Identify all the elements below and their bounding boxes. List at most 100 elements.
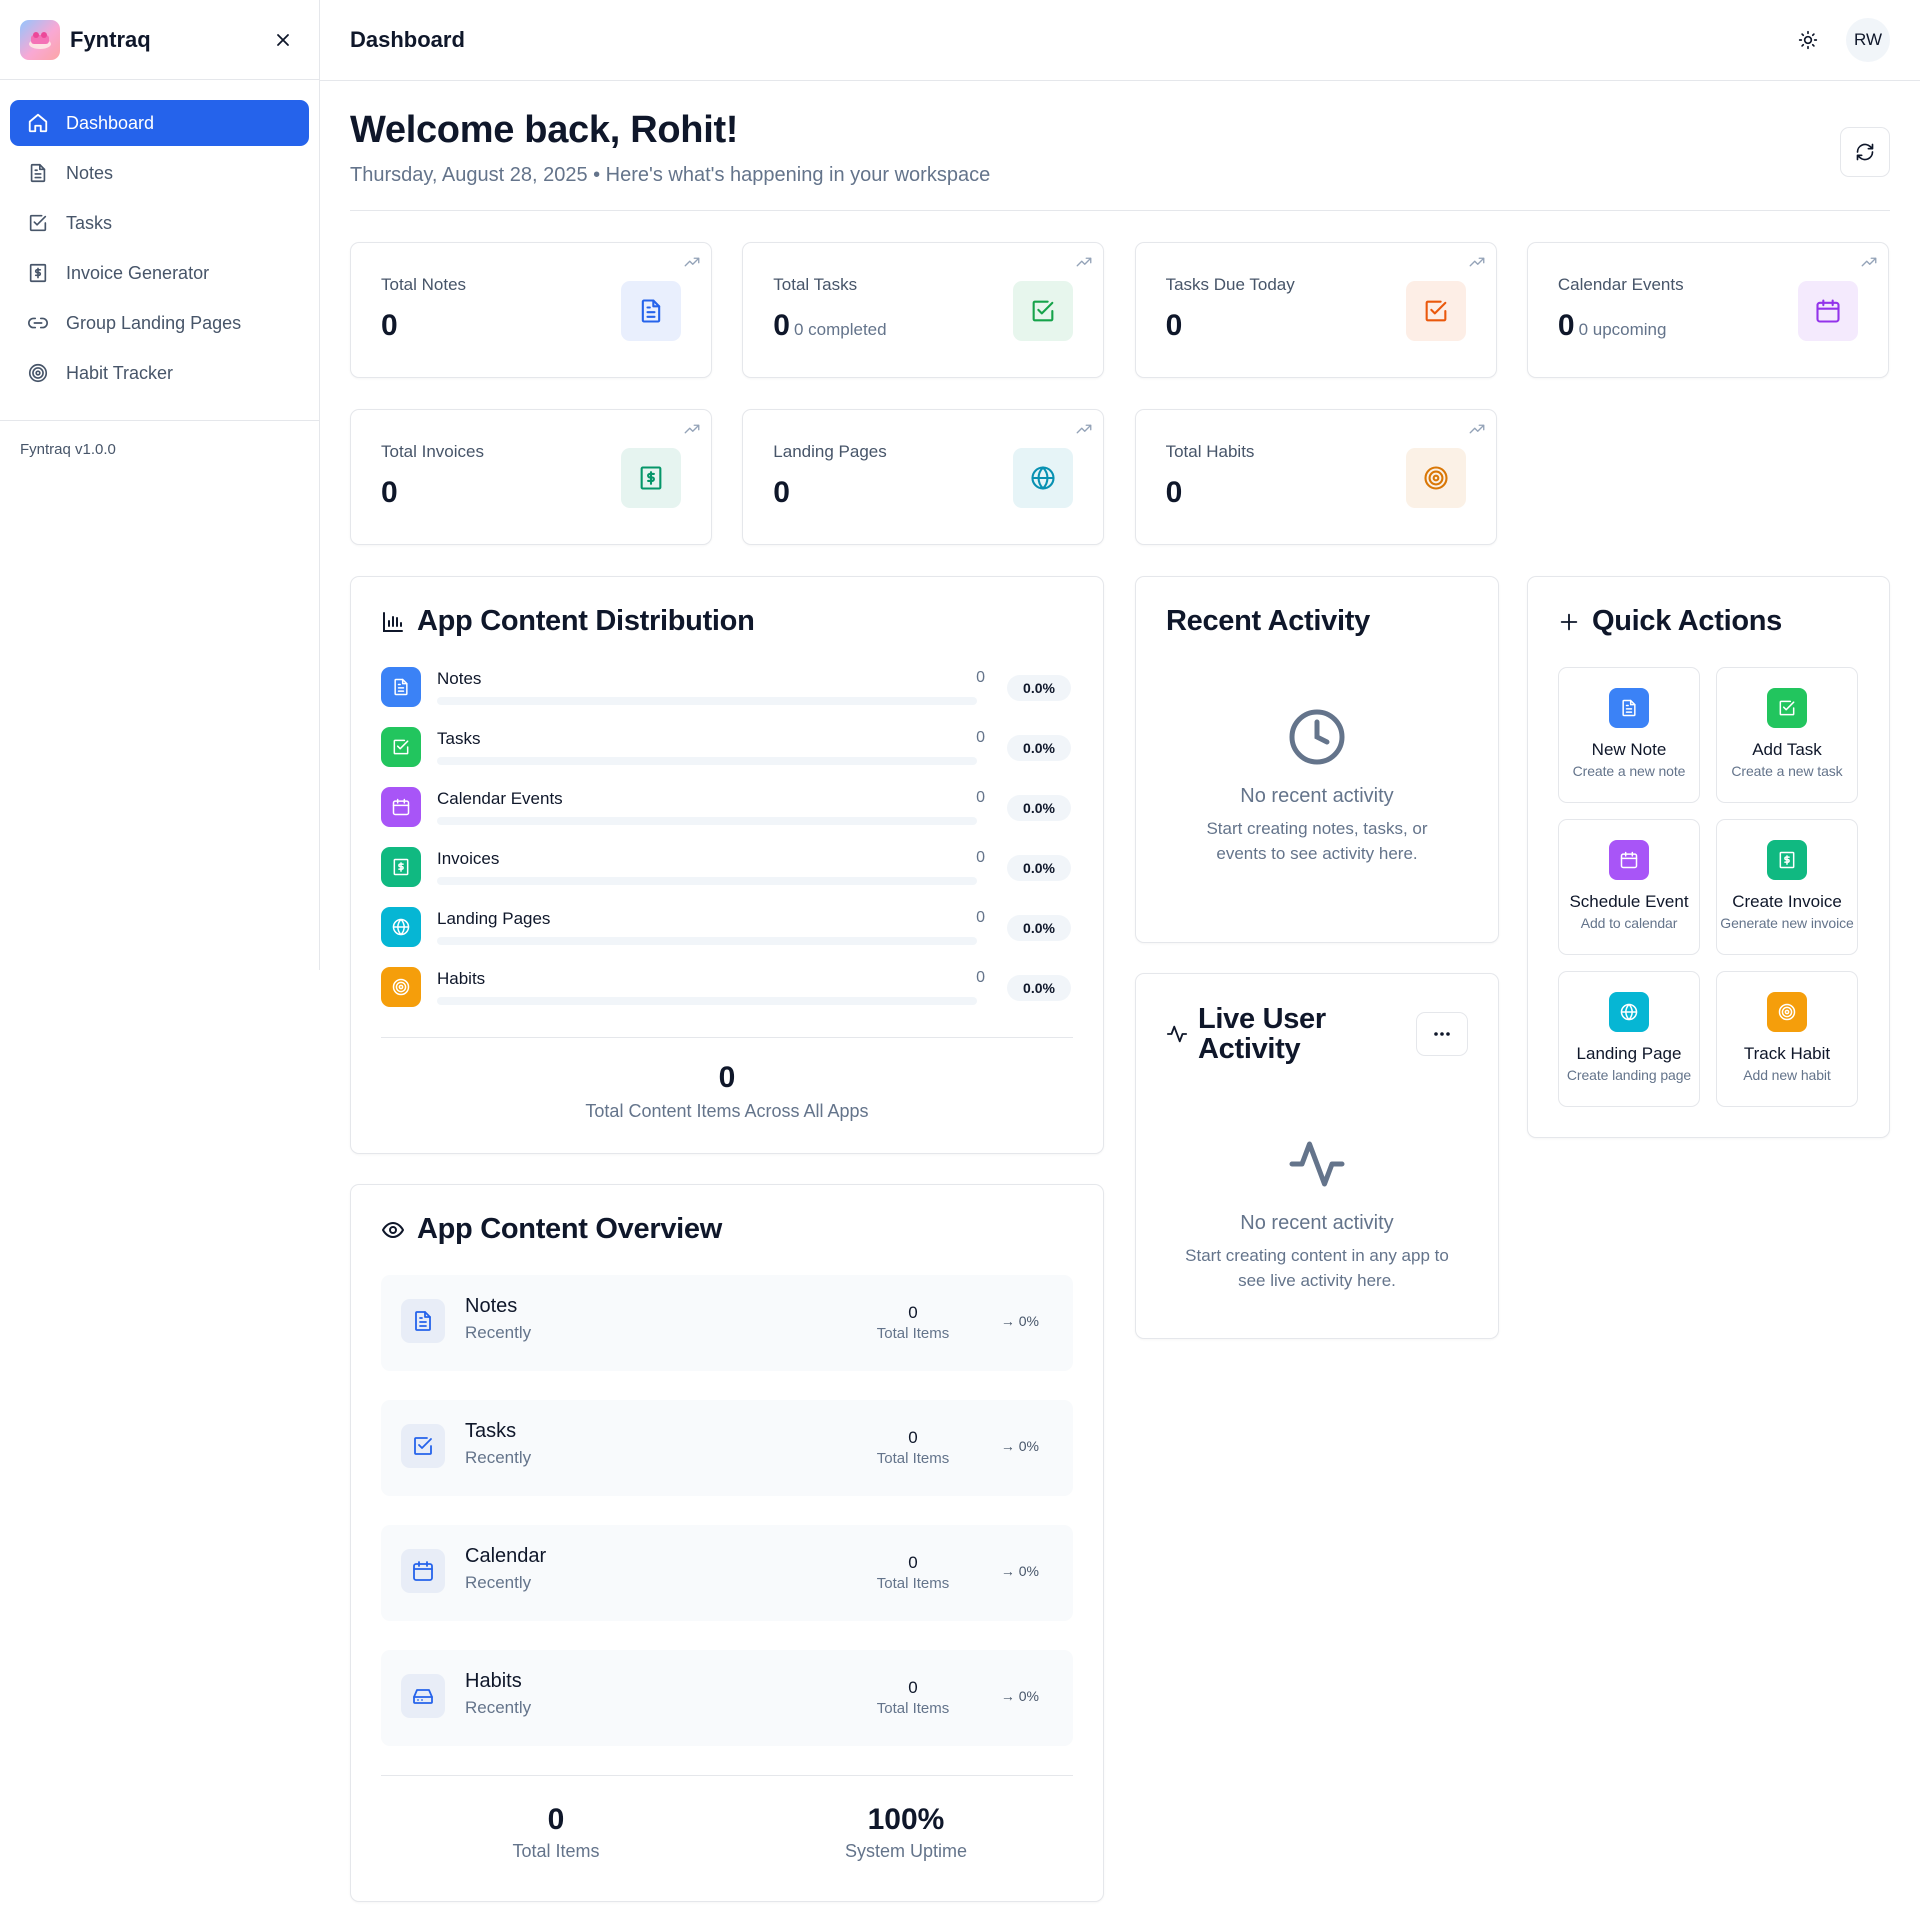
trend-up-icon — [1468, 253, 1486, 271]
distribution-total-label: Total Content Items Across All Apps — [585, 1101, 869, 1121]
check-square-icon — [401, 1424, 445, 1468]
overview-title-text: App Content Overview — [417, 1213, 722, 1245]
empty-description-line: Start creating content in any app to — [1185, 1246, 1449, 1265]
check-square-icon — [1767, 688, 1807, 728]
live-activity-empty: No recent activity Start creating conten… — [1136, 1134, 1498, 1293]
distribution-bar — [437, 877, 977, 885]
live-title-line: Live User — [1198, 1003, 1326, 1035]
target-icon — [1767, 992, 1807, 1032]
stat-value: 0 — [1166, 309, 1183, 343]
quick-action-title: Schedule Event — [1569, 892, 1689, 911]
overview-row[interactable]: Calendar Recently 0 Total Items → 0% — [381, 1525, 1073, 1621]
sidebar-item-dashboard[interactable]: Dashboard — [10, 100, 309, 146]
overview-value-label: Total Items — [876, 1575, 950, 1592]
empty-description-line: Start creating notes, tasks, or — [1206, 819, 1428, 838]
bar-chart-icon — [381, 610, 405, 634]
quick-action-description: Add to calendar — [1580, 915, 1678, 931]
uptime-label: System Uptime — [844, 1841, 968, 1861]
distribution-bar — [437, 757, 977, 765]
create-invoice-button[interactable]: Create Invoice Generate new invoice — [1716, 819, 1858, 955]
user-avatar[interactable]: RW — [1846, 18, 1890, 62]
globe-icon — [381, 907, 421, 947]
distribution-count: 0 — [976, 909, 985, 926]
invoice-icon — [1767, 840, 1807, 880]
schedule-event-button[interactable]: Schedule Event Add to calendar — [1558, 819, 1700, 955]
brand-name: Fyntraq — [70, 26, 151, 52]
sidebar-item-notes[interactable]: Notes — [10, 150, 309, 196]
sidebar-item-tasks[interactable]: Tasks — [10, 200, 309, 246]
overview-uptime: 100% System Uptime — [731, 1803, 1081, 1862]
overview-change: → 0% — [1000, 1438, 1039, 1454]
empty-title: No recent activity — [1240, 785, 1394, 807]
sidebar-item-label: Dashboard — [66, 112, 155, 133]
overview-row[interactable]: Notes Recently 0 Total Items → 0% — [381, 1275, 1073, 1371]
stat-label: Total Habits — [1165, 442, 1255, 461]
overview-row[interactable]: Habits Recently 0 Total Items → 0% — [381, 1650, 1073, 1746]
quick-action-description: Add new habit — [1743, 1067, 1831, 1083]
quick-action-title: Add Task — [1752, 740, 1822, 759]
top-bar-actions: RW — [1790, 18, 1890, 62]
empty-description: Start creating content in any app to see… — [1136, 1243, 1498, 1293]
main-content: Welcome back, Rohit! Thursday, August 28… — [350, 81, 1890, 211]
stat-value: 00 completed — [773, 309, 886, 343]
trend-up-icon — [683, 253, 701, 271]
distribution-row: Tasks 0 0.0% — [381, 727, 1071, 773]
overview-value: 0 — [908, 1678, 918, 1697]
brand-logo — [20, 19, 60, 60]
stat-number: 0 — [1165, 476, 1183, 509]
divider — [381, 1037, 1073, 1038]
refresh-icon — [1856, 143, 1874, 161]
landing-page-button[interactable]: Landing Page Create landing page — [1558, 971, 1700, 1107]
sidebar-item-label: Group Landing Pages — [66, 312, 242, 333]
recent-activity-card: Recent Activity No recent activity Start… — [1135, 576, 1499, 943]
track-habit-button[interactable]: Track Habit Add new habit — [1716, 971, 1858, 1107]
stat-label: Landing Pages — [773, 442, 887, 461]
overview-subtitle: Recently — [465, 1573, 532, 1592]
sun-icon — [1798, 30, 1818, 50]
more-options-button[interactable] — [1416, 1012, 1468, 1056]
note-icon — [381, 667, 421, 707]
sidebar-item-label: Notes — [66, 162, 114, 183]
overview-value-label: Total Items — [876, 1450, 950, 1467]
sidebar-item-group-landing-pages[interactable]: Group Landing Pages — [10, 300, 309, 346]
add-task-button[interactable]: Add Task Create a new task — [1716, 667, 1858, 803]
distribution-row: Habits 0 0.0% — [381, 967, 1071, 1013]
stat-value: 0 — [381, 309, 398, 343]
check-square-icon — [26, 211, 50, 235]
overview-card: App Content Overview Notes Recently 0 To… — [350, 1184, 1104, 1902]
app-version: Fyntraq v1.0.0 — [20, 441, 116, 458]
sidebar-nav: Dashboard Notes Tasks Invoice Generator … — [0, 80, 319, 421]
calendar-icon — [401, 1549, 445, 1593]
overview-change: → 0% — [1000, 1688, 1039, 1704]
overview-change: → 0% — [1000, 1313, 1039, 1329]
new-note-button[interactable]: New Note Create a new note — [1558, 667, 1700, 803]
invoice-icon — [621, 448, 681, 508]
welcome-subtitle: Thursday, August 28, 2025 • Here's what'… — [350, 164, 991, 186]
overview-title: App Content Overview — [381, 1213, 722, 1246]
close-icon — [277, 33, 289, 46]
refresh-button[interactable] — [1840, 127, 1890, 177]
note-icon — [621, 281, 681, 341]
stat-label: Tasks Due Today — [1165, 275, 1295, 294]
close-sidebar-button[interactable] — [267, 24, 299, 56]
distribution-percent: 0.0% — [1007, 675, 1071, 701]
check-square-icon — [1405, 281, 1466, 341]
overview-row[interactable]: Tasks Recently 0 Total Items → 0% — [381, 1400, 1073, 1496]
sidebar-item-habit-tracker[interactable]: Habit Tracker — [10, 350, 309, 396]
distribution-percent: 0.0% — [1007, 795, 1071, 821]
target-icon — [1405, 448, 1466, 508]
recent-activity-title: Recent Activity — [1166, 605, 1370, 637]
sidebar-item-invoice-generator[interactable]: Invoice Generator — [10, 250, 309, 296]
distribution-bar — [437, 697, 977, 705]
theme-toggle-button[interactable] — [1790, 22, 1826, 58]
overview-value-label: Total Items — [876, 1325, 950, 1342]
distribution-count: 0 — [976, 789, 985, 806]
stat-number: 0 — [381, 476, 398, 509]
distribution-row: Invoices 0 0.0% — [381, 847, 1071, 893]
quick-actions-card: Quick Actions New Note Create a new note… — [1527, 576, 1890, 1138]
stat-subtext: 0 upcoming — [1578, 320, 1667, 339]
trend-up-icon — [1860, 253, 1878, 271]
distribution-row: Notes 0 0.0% — [381, 667, 1071, 713]
distribution-row: Calendar Events 0 0.0% — [381, 787, 1071, 833]
activity-icon — [1166, 1023, 1188, 1045]
